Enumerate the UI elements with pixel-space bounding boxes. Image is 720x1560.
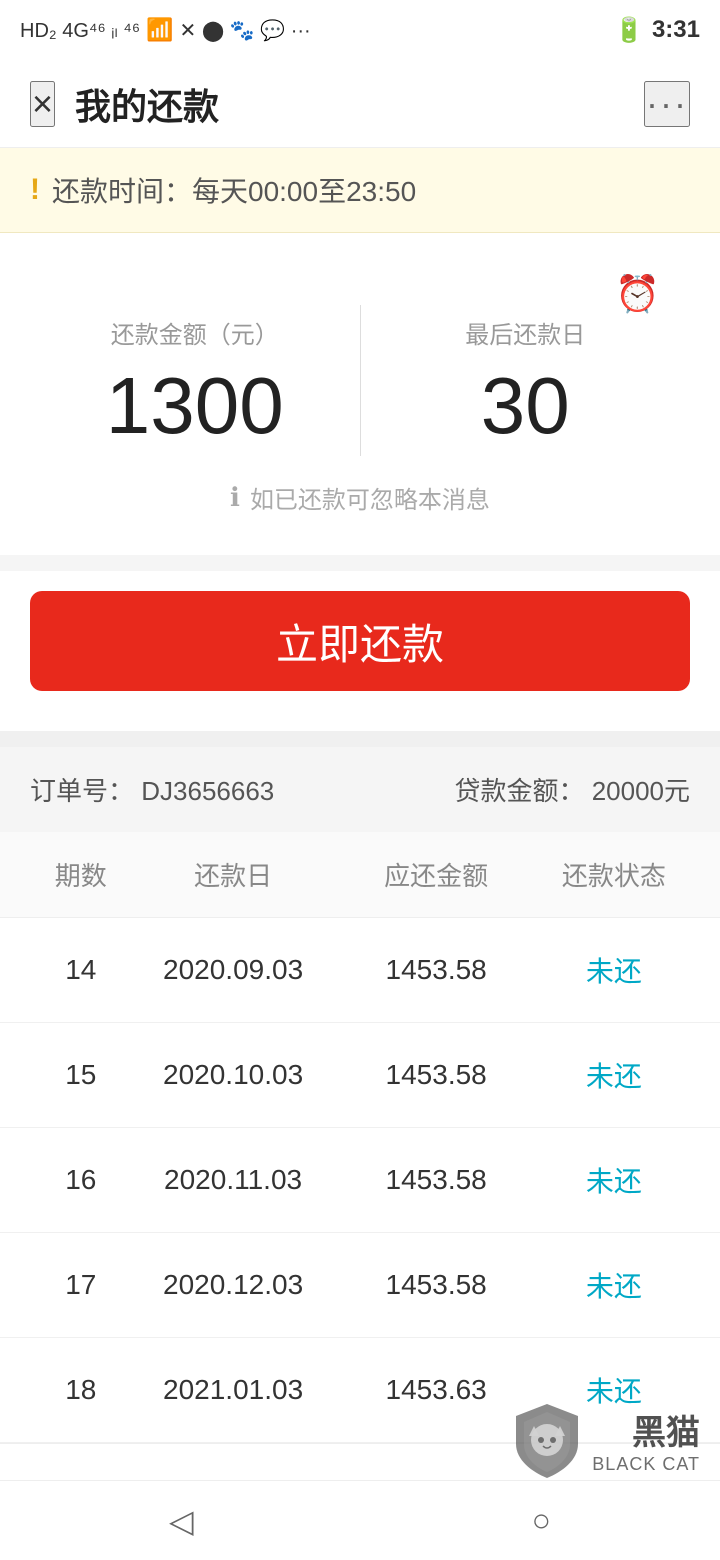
- order-no-area: 订单号： DJ3656663: [30, 771, 274, 808]
- table-body: 14 2020.09.03 1453.58 未还 15 2020.10.03 1…: [0, 918, 720, 1443]
- cell-period: 18: [30, 1374, 132, 1406]
- page-title: 我的还款: [75, 78, 219, 130]
- cell-amount: 1453.58: [335, 954, 538, 986]
- table-row: 17 2020.12.03 1453.58 未还: [0, 1233, 720, 1338]
- payment-card: ⏰ 还款金额（元） 1300 最后还款日 30 ℹ 如已还款可忽略本消息: [0, 233, 720, 555]
- amount-col: 还款金额（元） 1300: [30, 305, 361, 456]
- cell-date: 2020.12.03: [132, 1269, 335, 1301]
- col-header-amount: 应还金额: [335, 856, 538, 893]
- section-divider: [0, 731, 720, 747]
- extra-icons: ✕ ⬤ 🐾 💬 ···: [180, 18, 311, 43]
- cell-amount: 1453.58: [335, 1269, 538, 1301]
- table-row: 16 2020.11.03 1453.58 未还: [0, 1128, 720, 1233]
- status-right: 🔋 3:31: [614, 16, 700, 45]
- col-header-status: 还款状态: [538, 856, 690, 893]
- notice-text: 还款时间：每天00:00至23:50: [52, 170, 416, 210]
- order-no-label: 订单号：: [30, 776, 134, 806]
- cell-amount: 1453.63: [335, 1374, 538, 1406]
- col-header-date: 还款日: [132, 856, 335, 893]
- loan-amount-area: 贷款金额： 20000元: [454, 771, 690, 808]
- cell-status[interactable]: 未还: [538, 1265, 690, 1305]
- amount-value: 1300: [106, 366, 284, 446]
- shield-logo: [512, 1400, 582, 1480]
- home-button[interactable]: ○: [532, 1502, 551, 1539]
- bottom-nav: ◁ ○: [0, 1480, 720, 1560]
- info-row: ℹ 如已还款可忽略本消息: [30, 456, 690, 525]
- table-header: 期数 还款日 应还金额 还款状态: [0, 832, 720, 918]
- info-text: 如已还款可忽略本消息: [250, 480, 490, 515]
- close-button[interactable]: ×: [30, 81, 55, 127]
- cell-period: 16: [30, 1164, 132, 1196]
- cell-status[interactable]: 未还: [538, 1055, 690, 1095]
- payment-row: 还款金额（元） 1300 最后还款日 30: [30, 305, 690, 456]
- cell-period: 15: [30, 1059, 132, 1091]
- cell-date: 2020.09.03: [132, 954, 335, 986]
- table-row: 15 2020.10.03 1453.58 未还: [0, 1023, 720, 1128]
- cell-period: 17: [30, 1269, 132, 1301]
- order-no-value: DJ3656663: [141, 776, 274, 806]
- pay-button-wrap: 立即还款: [0, 571, 720, 731]
- info-icon: ℹ: [230, 482, 240, 513]
- signal-icons: HD₂ 4G⁴⁶ ᵢₗ ⁴⁶: [20, 18, 140, 43]
- cell-date: 2021.01.03: [132, 1374, 335, 1406]
- notice-icon: !: [30, 173, 40, 207]
- watermark-chinese: 黑猫: [632, 1405, 700, 1454]
- watermark-text: 黑猫 BLACK CAT: [592, 1405, 700, 1475]
- clock: 3:31: [652, 16, 700, 44]
- title-bar: × 我的还款 ···: [0, 60, 720, 148]
- wifi-icon: 📶: [146, 17, 173, 43]
- duedate-col: 最后还款日 30: [361, 305, 691, 456]
- amount-label: 还款金额（元）: [111, 315, 279, 350]
- back-button[interactable]: ◁: [169, 1502, 194, 1540]
- duedate-value: 30: [481, 366, 570, 446]
- more-button[interactable]: ···: [644, 81, 690, 127]
- order-info: 订单号： DJ3656663 贷款金额： 20000元: [0, 747, 720, 832]
- cell-amount: 1453.58: [335, 1164, 538, 1196]
- status-bar: HD₂ 4G⁴⁶ ᵢₗ ⁴⁶ 📶 ✕ ⬤ 🐾 💬 ··· 🔋 3:31: [0, 0, 720, 60]
- cell-amount: 1453.58: [335, 1059, 538, 1091]
- cell-status[interactable]: 未还: [538, 950, 690, 990]
- cell-period: 14: [30, 954, 132, 986]
- cell-status[interactable]: 未还: [538, 1160, 690, 1200]
- status-left: HD₂ 4G⁴⁶ ᵢₗ ⁴⁶ 📶 ✕ ⬤ 🐾 💬 ···: [20, 17, 311, 43]
- duedate-label: 最后还款日: [465, 315, 585, 350]
- loan-amount-label: 贷款金额：: [454, 776, 584, 806]
- table-row: 14 2020.09.03 1453.58 未还: [0, 918, 720, 1023]
- cell-date: 2020.11.03: [132, 1164, 335, 1196]
- notice-bar: ! 还款时间：每天00:00至23:50: [0, 148, 720, 233]
- watermark-english: BLACK CAT: [592, 1454, 700, 1475]
- watermark: 黑猫 BLACK CAT: [512, 1400, 700, 1480]
- pay-now-button[interactable]: 立即还款: [30, 591, 690, 691]
- repay-table: 期数 还款日 应还金额 还款状态 14 2020.09.03 1453.58 未…: [0, 832, 720, 1443]
- loan-amount-value: 20000元: [592, 776, 690, 806]
- battery-icon: 🔋: [614, 16, 644, 45]
- title-bar-left: × 我的还款: [30, 78, 219, 130]
- col-header-period: 期数: [30, 856, 132, 893]
- cell-date: 2020.10.03: [132, 1059, 335, 1091]
